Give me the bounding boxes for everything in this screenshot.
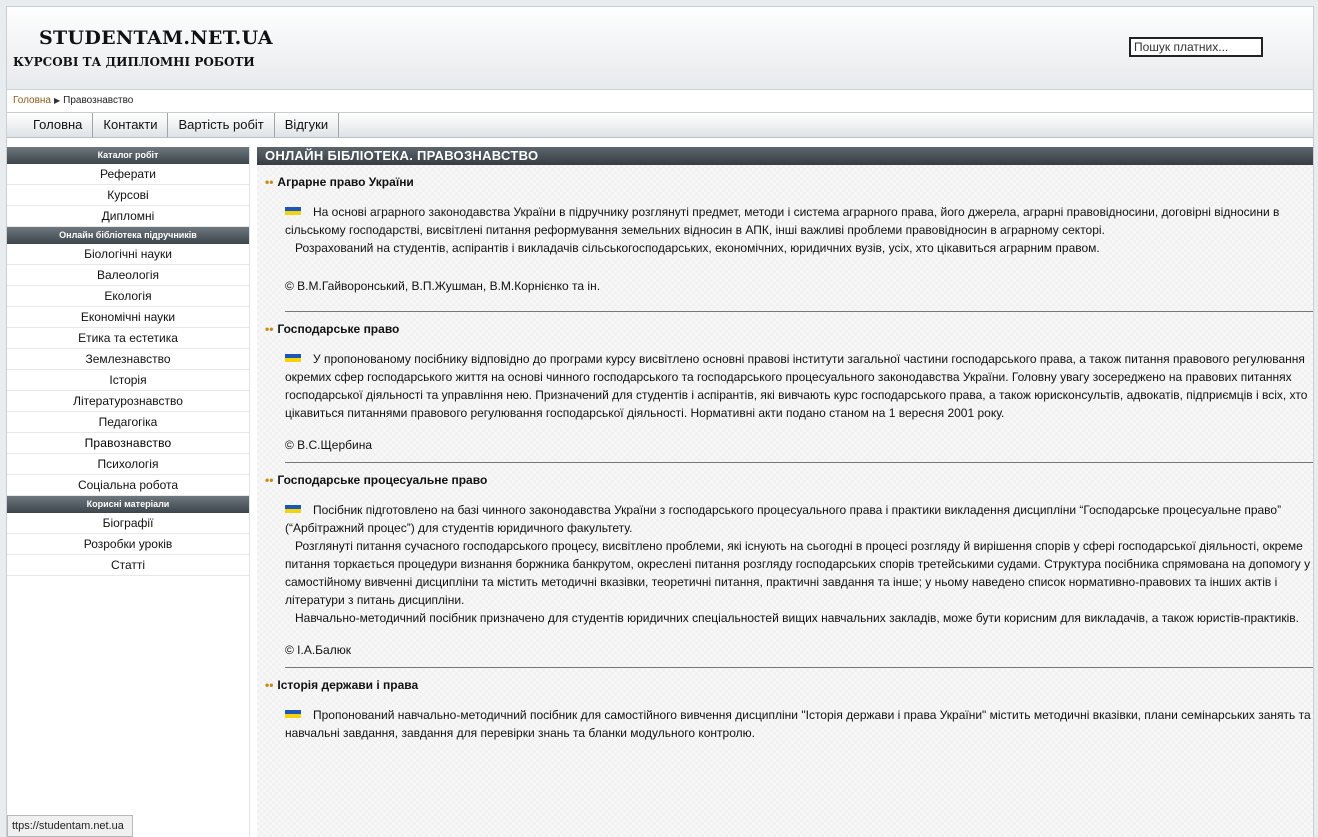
sidebar-item-psychology[interactable]: Психологія bbox=[7, 454, 249, 475]
page: STUDENTAM.NET.UA КУРСОВІ ТА ДИПЛОМНІ РОБ… bbox=[6, 6, 1314, 837]
top-navigation: Головна Контакти Вартість робіт Відгуки bbox=[7, 112, 1313, 138]
bullet-dots-icon: •• bbox=[265, 678, 274, 692]
site-subtitle: КУРСОВІ ТА ДИПЛОМНІ РОБОТИ bbox=[13, 55, 255, 69]
nav-prices[interactable]: Вартість робіт bbox=[168, 113, 275, 137]
sidebar-item-law[interactable]: Правознавство bbox=[7, 433, 249, 454]
book-description: Посібник підготовлено на базі чинного за… bbox=[265, 501, 1313, 627]
sidebar-item-literature[interactable]: Літературознавство bbox=[7, 391, 249, 412]
sidebar-item-earth-science[interactable]: Землезнавство bbox=[7, 349, 249, 370]
sidebar-item-biology[interactable]: Біологічні науки bbox=[7, 244, 249, 265]
sidebar-item-history[interactable]: Історія bbox=[7, 370, 249, 391]
book-title[interactable]: •• Господарське право bbox=[265, 322, 1309, 336]
book-author: © В.С.Щербина bbox=[285, 438, 372, 452]
sidebar-item-pedagogy[interactable]: Педагогіка bbox=[7, 412, 249, 433]
breadcrumb-current: Правознавство bbox=[63, 95, 134, 106]
book-paragraph: Навчально-методичний посібник призначено… bbox=[295, 611, 1299, 625]
book-paragraph: Розрахований на студентів, аспірантів і … bbox=[295, 241, 1100, 255]
book-entry: •• Господарське право У пропонованому пос… bbox=[257, 322, 1313, 463]
book-entry: •• Аграрне право України На основі аграрн… bbox=[257, 175, 1313, 312]
book-description: На основі аграрного законодавства Україн… bbox=[265, 203, 1313, 257]
sidebar: Каталог робіт Реферати Курсові Дипломні … bbox=[7, 147, 250, 837]
book-title-text[interactable]: Господарське право bbox=[277, 322, 399, 336]
book-paragraph: Пропонований навчально-методичний посібн… bbox=[285, 708, 1311, 740]
ukraine-flag-icon bbox=[285, 354, 301, 362]
book-entry: •• Господарське процесуальне право Посібн… bbox=[257, 473, 1313, 668]
book-title[interactable]: •• Господарське процесуальне право bbox=[265, 473, 1309, 487]
search-input[interactable] bbox=[1129, 37, 1263, 57]
nav-home[interactable]: Головна bbox=[23, 113, 94, 137]
sidebar-item-social-work[interactable]: Соціальна робота bbox=[7, 475, 249, 496]
nav-contacts[interactable]: Контакти bbox=[93, 113, 169, 137]
content-area: ОНЛАЙН БІБЛІОТЕКА. ПРАВОЗНАВСТВО •• Аграр… bbox=[257, 147, 1313, 837]
site-header: STUDENTAM.NET.UA КУРСОВІ ТА ДИПЛОМНІ РОБ… bbox=[7, 7, 1313, 90]
main-area: Каталог робіт Реферати Курсові Дипломні … bbox=[7, 143, 1313, 837]
book-title-text[interactable]: Аграрне право України bbox=[277, 175, 413, 189]
entry-divider bbox=[285, 311, 1313, 312]
sidebar-item-ecology[interactable]: Екологія bbox=[7, 286, 249, 307]
breadcrumb-arrow-icon: ▶ bbox=[54, 96, 61, 105]
bullet-dots-icon: •• bbox=[265, 473, 274, 487]
sidebar-section-library: Онлайн бібліотека підручників bbox=[7, 227, 249, 244]
book-paragraph: У пропонованому посібнику відповідно до … bbox=[285, 352, 1308, 420]
book-description: Пропонований навчально-методичний посібн… bbox=[265, 706, 1313, 742]
bullet-dots-icon: •• bbox=[265, 175, 274, 189]
ukraine-flag-icon bbox=[285, 505, 301, 513]
entry-divider bbox=[285, 667, 1313, 668]
book-description: У пропонованому посібнику відповідно до … bbox=[265, 350, 1313, 422]
sidebar-item-dyplomni[interactable]: Дипломні bbox=[7, 206, 249, 227]
ukraine-flag-icon bbox=[285, 207, 301, 215]
book-entry: •• Історія держави і права Пропонований н… bbox=[257, 678, 1313, 742]
status-bar-url: ttps://studentam.net.ua bbox=[7, 815, 133, 837]
sidebar-item-economics[interactable]: Економічні науки bbox=[7, 307, 249, 328]
breadcrumb-home-link[interactable]: Головна bbox=[13, 95, 51, 106]
entry-divider bbox=[285, 462, 1313, 463]
book-title[interactable]: •• Історія держави і права bbox=[265, 678, 1309, 692]
sidebar-item-articles[interactable]: Статті bbox=[7, 555, 249, 576]
bullet-dots-icon: •• bbox=[265, 322, 274, 336]
book-title-text[interactable]: Господарське процесуальне право bbox=[277, 473, 487, 487]
sidebar-section-useful: Корисні матеріали bbox=[7, 496, 249, 513]
book-author: © І.А.Балюк bbox=[285, 643, 351, 657]
sidebar-section-catalog: Каталог робіт bbox=[7, 147, 249, 164]
book-paragraph: На основі аграрного законодавства Україн… bbox=[285, 205, 1280, 237]
page-title: ОНЛАЙН БІБЛІОТЕКА. ПРАВОЗНАВСТВО bbox=[257, 147, 1313, 165]
ukraine-flag-icon bbox=[285, 710, 301, 718]
sidebar-item-biographies[interactable]: Біографії bbox=[7, 513, 249, 534]
sidebar-item-valeology[interactable]: Валеологія bbox=[7, 265, 249, 286]
site-title[interactable]: STUDENTAM.NET.UA bbox=[39, 27, 273, 49]
breadcrumb: Головна ▶ Правознавство bbox=[7, 90, 1313, 112]
sidebar-item-referaty[interactable]: Реферати bbox=[7, 164, 249, 185]
book-paragraph: Посібник підготовлено на базі чинного за… bbox=[285, 503, 1282, 535]
sidebar-item-ethics[interactable]: Етика та естетика bbox=[7, 328, 249, 349]
sidebar-item-kursovi[interactable]: Курсові bbox=[7, 185, 249, 206]
book-paragraph: Розглянуті питання сучасного господарськ… bbox=[285, 539, 1311, 607]
book-author: © В.М.Гайворонський, В.П.Жушман, В.М.Кор… bbox=[285, 279, 601, 293]
sidebar-item-lesson-plans[interactable]: Розробки уроків bbox=[7, 534, 249, 555]
nav-reviews[interactable]: Відгуки bbox=[275, 113, 340, 137]
book-title[interactable]: •• Аграрне право України bbox=[265, 175, 1309, 189]
book-title-text[interactable]: Історія держави і права bbox=[277, 678, 418, 692]
